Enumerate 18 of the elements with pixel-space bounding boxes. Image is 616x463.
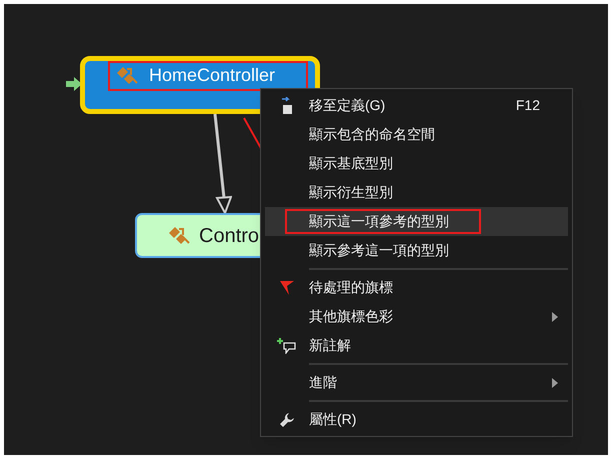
menu-item[interactable]: 新註解 [265,331,568,360]
node-label: HomeController [149,65,276,86]
wrench-icon [279,412,295,428]
menu-item[interactable]: 顯示包含的命名空間 [265,120,568,149]
class-icon [167,224,191,246]
menu-item[interactable]: 屬性(R) [265,405,568,434]
menu-item[interactable]: 其他旗標色彩 [265,302,568,331]
go-to-definition-icon [280,96,294,114]
menu-item[interactable]: 顯示這一項參考的型別 [265,207,568,236]
entry-arrow-icon [66,77,82,91]
add-comment-icon [277,338,297,354]
menu-item[interactable]: 待處理的旗標 [265,273,568,302]
class-icon [115,65,139,87]
menu-item[interactable]: 進階 [265,368,568,397]
menu-item[interactable]: 顯示衍生型別 [265,178,568,207]
flag-icon [279,280,295,296]
node-label: Contro [199,224,260,248]
menu-item[interactable]: 顯示基底型別 [265,149,568,178]
